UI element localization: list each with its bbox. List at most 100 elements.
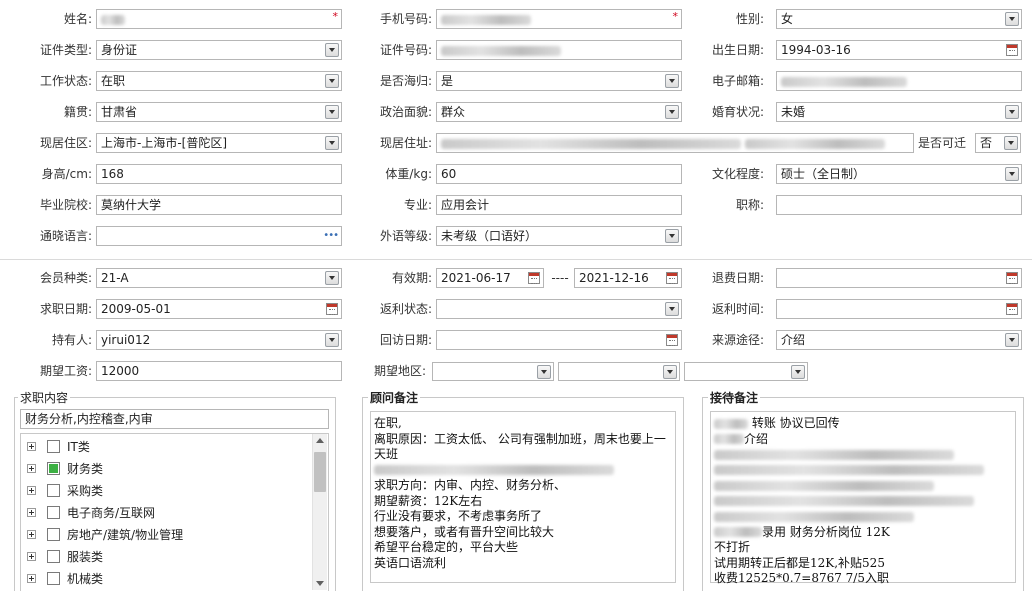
residence-area-value: 上海市-上海市-[普陀区] xyxy=(101,136,228,150)
chevron-down-icon[interactable] xyxy=(1005,12,1019,26)
expand-icon[interactable] xyxy=(27,464,36,473)
languages-input[interactable]: ••• xyxy=(96,226,342,246)
calendar-icon[interactable] xyxy=(528,272,540,284)
more-icon[interactable]: ••• xyxy=(323,227,339,245)
calendar-icon[interactable] xyxy=(666,272,678,284)
expand-icon[interactable] xyxy=(27,574,36,583)
member-type-select[interactable]: 21-A xyxy=(96,268,342,288)
region-district-select[interactable] xyxy=(684,362,808,381)
checkbox[interactable] xyxy=(47,484,60,497)
foreign-level-select[interactable]: 未考级（口语好） xyxy=(436,226,682,246)
chevron-down-icon[interactable] xyxy=(665,105,679,119)
checkbox[interactable] xyxy=(47,440,60,453)
job-title-input[interactable] xyxy=(776,195,1022,215)
expand-icon[interactable] xyxy=(27,486,36,495)
redacted-text xyxy=(714,434,744,444)
checkbox[interactable] xyxy=(47,462,60,475)
chevron-down-icon[interactable] xyxy=(325,271,339,285)
redacted-text xyxy=(714,511,914,522)
political-select[interactable]: 群众 xyxy=(436,102,682,122)
tree-scrollbar[interactable] xyxy=(312,434,327,590)
expand-icon[interactable] xyxy=(27,508,36,517)
advisor-note-line: 期望薪资：12K左右 xyxy=(374,493,483,508)
native-place-select[interactable]: 甘肃省 xyxy=(96,102,342,122)
residence-area-select[interactable]: 上海市-上海市-[普陀区] xyxy=(96,133,342,153)
job-content-title: 求职内容 xyxy=(18,389,71,406)
chevron-down-icon[interactable] xyxy=(663,365,677,379)
major-input[interactable]: 应用会计 xyxy=(436,195,682,215)
checkbox[interactable] xyxy=(47,528,60,541)
valid-to-input[interactable]: 2021-12-16 xyxy=(574,268,682,288)
birth-value: 1994-03-16 xyxy=(781,43,851,57)
idno-input[interactable] xyxy=(436,40,682,60)
email-input[interactable] xyxy=(776,71,1022,91)
advisor-notes-textarea[interactable]: 在职, 离职原因：工资太低、 公司有强制加班，周末也要上一 天班 求职方向：内审、内控… xyxy=(370,411,676,583)
birth-date-input[interactable]: 1994-03-16 xyxy=(776,40,1022,60)
phone-input[interactable]: * xyxy=(436,9,682,29)
height-label: 身高/cm: xyxy=(41,167,92,181)
chevron-down-icon[interactable] xyxy=(665,302,679,316)
valid-from-input[interactable]: 2021-06-17 xyxy=(436,268,544,288)
visit-date-input[interactable] xyxy=(436,330,682,350)
chevron-down-icon[interactable] xyxy=(1004,136,1018,150)
valid-from-value: 2021-06-17 xyxy=(441,271,511,285)
scroll-up-icon[interactable] xyxy=(316,438,324,443)
tree-item-label: 机械类 xyxy=(67,572,104,586)
calendar-icon[interactable] xyxy=(666,334,678,346)
chevron-down-icon[interactable] xyxy=(791,365,805,379)
reception-notes-textarea[interactable]: 转账 协议已回传 介绍 录用 财务分析岗位 12K 不打折 试用期转正后都是12… xyxy=(710,411,1016,585)
rebate-status-select[interactable] xyxy=(436,299,682,319)
idtype-select[interactable]: 身份证 xyxy=(96,40,342,60)
relocate-label: 是否可迁 xyxy=(918,136,967,150)
chevron-down-icon[interactable] xyxy=(325,74,339,88)
source-select[interactable]: 介绍 xyxy=(776,330,1022,350)
marital-select[interactable]: 未婚 xyxy=(776,102,1022,122)
education-select[interactable]: 硕士（全日制） xyxy=(776,164,1022,184)
calendar-icon[interactable] xyxy=(1006,272,1018,284)
chevron-down-icon[interactable] xyxy=(325,43,339,57)
chevron-down-icon[interactable] xyxy=(665,74,679,88)
region-province-select[interactable] xyxy=(432,362,554,381)
job-content-summary[interactable]: 财务分析,内控稽查,内审 xyxy=(20,409,329,429)
height-input[interactable]: 168 xyxy=(96,164,342,184)
gender-select[interactable]: 女 xyxy=(776,9,1022,29)
refund-date-input[interactable] xyxy=(776,268,1022,288)
region-city-select[interactable] xyxy=(558,362,680,381)
checkbox[interactable] xyxy=(47,506,60,519)
redacted-text xyxy=(374,465,614,475)
name-input[interactable]: * xyxy=(96,9,342,29)
rebate-status-label: 返利状态: xyxy=(379,302,432,316)
calendar-icon[interactable] xyxy=(326,303,338,315)
name-label: 姓名: xyxy=(63,12,92,26)
overseas-label: 是否海归: xyxy=(379,74,432,88)
salary-input[interactable]: 12000 xyxy=(96,361,342,381)
checkbox[interactable] xyxy=(47,550,60,563)
chevron-down-icon[interactable] xyxy=(537,365,551,379)
expand-icon[interactable] xyxy=(27,552,36,561)
work-status-label: 工作状态: xyxy=(39,74,92,88)
holder-select[interactable]: yirui012 xyxy=(96,330,342,350)
scroll-down-icon[interactable] xyxy=(316,581,324,586)
chevron-down-icon[interactable] xyxy=(325,105,339,119)
reception-line: 试用期转正后都是12K,补贴525 xyxy=(714,555,885,570)
address-input[interactable] xyxy=(436,133,914,153)
chevron-down-icon[interactable] xyxy=(1005,105,1019,119)
weight-input[interactable]: 60 xyxy=(436,164,682,184)
expand-icon[interactable] xyxy=(27,530,36,539)
overseas-select[interactable]: 是 xyxy=(436,71,682,91)
school-input[interactable]: 莫纳什大学 xyxy=(96,195,342,215)
work-status-select[interactable]: 在职 xyxy=(96,71,342,91)
chevron-down-icon[interactable] xyxy=(325,333,339,347)
calendar-icon[interactable] xyxy=(1006,44,1018,56)
expand-icon[interactable] xyxy=(27,442,36,451)
relocate-select[interactable]: 否 xyxy=(975,133,1021,153)
chevron-down-icon[interactable] xyxy=(665,229,679,243)
chevron-down-icon[interactable] xyxy=(1005,333,1019,347)
calendar-icon[interactable] xyxy=(1006,303,1018,315)
chevron-down-icon[interactable] xyxy=(1005,167,1019,181)
checkbox[interactable] xyxy=(47,572,60,585)
chevron-down-icon[interactable] xyxy=(325,136,339,150)
rebate-time-input[interactable] xyxy=(776,299,1022,319)
job-date-input[interactable]: 2009-05-01 xyxy=(96,299,342,319)
scroll-thumb[interactable] xyxy=(314,452,326,492)
